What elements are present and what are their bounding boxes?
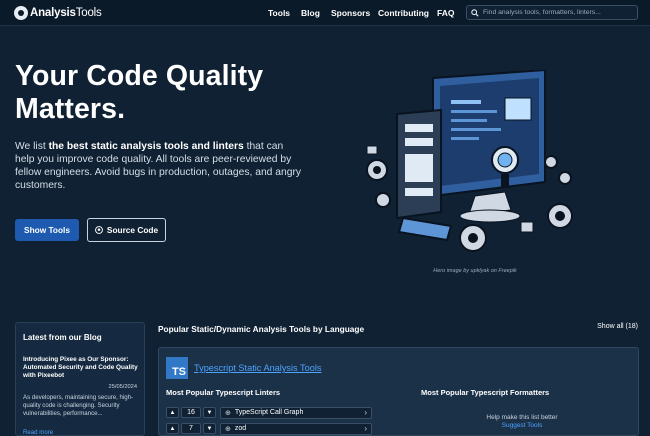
nav-link-tools[interactable]: Tools bbox=[268, 8, 290, 18]
chevron-right-icon: › bbox=[364, 408, 367, 417]
vote-count: 7 bbox=[181, 423, 201, 434]
vote-count: 16 bbox=[181, 407, 201, 418]
upvote-button[interactable]: ▲ bbox=[166, 423, 179, 434]
globe-icon: ⊕ bbox=[225, 409, 231, 417]
upvote-button[interactable]: ▲ bbox=[166, 407, 179, 418]
site-logo[interactable]: AnalysisTools bbox=[14, 5, 102, 21]
hero-illustration bbox=[366, 70, 573, 252]
source-code-button[interactable]: Source Code bbox=[87, 218, 166, 242]
list-item: ▲ 7 ▼ ⊕ zod › bbox=[166, 422, 372, 435]
nav-link-contributing[interactable]: Contributing bbox=[378, 8, 429, 18]
search-icon bbox=[471, 8, 479, 17]
blog-heading: Latest from our Blog bbox=[23, 333, 102, 342]
blog-post-excerpt: As developers, maintaining secure, high-… bbox=[23, 394, 134, 417]
read-more-link[interactable]: Read more bbox=[23, 429, 53, 436]
search-input[interactable] bbox=[483, 9, 633, 16]
search-box[interactable] bbox=[466, 5, 638, 20]
typescript-tools-link[interactable]: Typescript Static Analysis Tools bbox=[194, 363, 322, 373]
nav-link-blog[interactable]: Blog bbox=[301, 8, 320, 18]
top-navbar: AnalysisTools Tools Blog Sponsors Contri… bbox=[0, 0, 650, 26]
nav-link-faq[interactable]: FAQ bbox=[437, 8, 454, 18]
help-text: Help make this list better Suggest Tools bbox=[486, 414, 558, 429]
tool-link[interactable]: ⊕ zod › bbox=[220, 422, 372, 435]
hero-image-credit: Hero image by upklyak on Freepik bbox=[433, 268, 517, 274]
linters-heading: Most Popular Typescript Linters bbox=[166, 388, 281, 397]
show-tools-button[interactable]: Show Tools bbox=[15, 219, 79, 241]
blog-post-title[interactable]: Introducing Pixee as Our Sponsor: Automa… bbox=[23, 356, 143, 380]
blog-post-date: 25/05/2024 bbox=[108, 384, 137, 390]
nav-link-sponsors[interactable]: Sponsors bbox=[331, 8, 370, 18]
popular-tools-heading: Popular Static/Dynamic Analysis Tools by… bbox=[158, 324, 365, 334]
typescript-icon: TS bbox=[166, 357, 188, 379]
suggest-tools-link[interactable]: Suggest Tools bbox=[502, 422, 543, 429]
list-item: ▲ 16 ▼ ⊕ TypeScript Call Graph › bbox=[166, 406, 372, 419]
formatters-heading: Most Popular Typescript Formatters bbox=[421, 388, 550, 397]
downvote-button[interactable]: ▼ bbox=[203, 407, 216, 418]
globe-icon: ⊕ bbox=[225, 425, 231, 433]
blog-card: Latest from our Blog Introducing Pixee a… bbox=[15, 322, 145, 436]
typescript-card: TS Typescript Static Analysis Tools Most… bbox=[158, 347, 639, 436]
github-icon bbox=[94, 226, 103, 234]
logo-icon bbox=[14, 6, 28, 20]
hero-title: Your Code Quality Matters. bbox=[15, 60, 264, 125]
chevron-right-icon: › bbox=[364, 424, 367, 433]
tool-link[interactable]: ⊕ TypeScript Call Graph › bbox=[220, 406, 372, 419]
show-all-link[interactable]: Show all (18) bbox=[597, 323, 638, 330]
hero-description: We list the best static analysis tools a… bbox=[15, 141, 302, 191]
downvote-button[interactable]: ▼ bbox=[203, 423, 216, 434]
